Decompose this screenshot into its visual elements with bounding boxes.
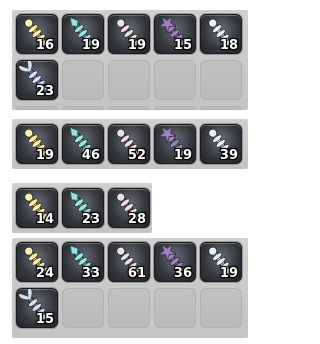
empty-slot[interactable]: [108, 106, 150, 110]
item-quantity: 24: [35, 266, 54, 281]
inventory-slot[interactable]: 36: [154, 242, 196, 282]
item-quantity: 33: [81, 266, 100, 281]
inventory-slot[interactable]: 33: [62, 242, 104, 282]
inventory-slot[interactable]: 39: [200, 124, 242, 164]
item-quantity: 46: [81, 148, 100, 163]
inventory-panel-4: 24 33 61 36 19 15: [12, 238, 248, 338]
item-quantity: 23: [81, 212, 100, 227]
item-quantity: 39: [219, 148, 238, 163]
item-quantity: 16: [35, 38, 54, 53]
inventory-slot[interactable]: 28: [108, 188, 150, 228]
item-quantity: 19: [127, 38, 146, 53]
inventory-panel-3: 14 23 28: [12, 183, 152, 233]
item-quantity: 19: [173, 148, 192, 163]
item-quantity: 36: [173, 266, 192, 281]
empty-slot[interactable]: [62, 106, 104, 110]
item-quantity: 18: [219, 38, 238, 53]
item-quantity: 19: [35, 148, 54, 163]
inventory-slot[interactable]: 19: [108, 14, 150, 54]
item-quantity: 61: [127, 266, 146, 281]
item-quantity: 14: [35, 212, 54, 227]
inventory-panel-1: 16 19 19 15 18 23: [12, 10, 248, 110]
empty-slot[interactable]: [108, 288, 150, 328]
inventory-slot[interactable]: 19: [62, 14, 104, 54]
inventory-slot[interactable]: 18: [200, 14, 242, 54]
inventory-slot[interactable]: 19: [16, 124, 58, 164]
inventory-slot[interactable]: 23: [62, 188, 104, 228]
empty-slot[interactable]: [154, 60, 196, 100]
inventory-slot[interactable]: 23: [16, 60, 58, 100]
inventory-slot[interactable]: 61: [108, 242, 150, 282]
inventory-slot[interactable]: 19: [200, 242, 242, 282]
item-quantity: 15: [35, 312, 54, 327]
inventory-slot[interactable]: 52: [108, 124, 150, 164]
empty-slot[interactable]: [62, 60, 104, 100]
inventory-panel-2: 19 46 52 19 39: [12, 119, 248, 169]
empty-slot[interactable]: [200, 288, 242, 328]
empty-slot[interactable]: [154, 288, 196, 328]
inventory-slot[interactable]: 16: [16, 14, 58, 54]
empty-slot[interactable]: [200, 106, 242, 110]
empty-slot[interactable]: [108, 60, 150, 100]
item-quantity: 19: [81, 38, 100, 53]
inventory-slot[interactable]: 46: [62, 124, 104, 164]
item-quantity: 19: [219, 266, 238, 281]
empty-slot[interactable]: [154, 106, 196, 110]
inventory-slot[interactable]: 15: [154, 14, 196, 54]
inventory-slot[interactable]: 15: [16, 288, 58, 328]
item-quantity: 28: [127, 212, 146, 227]
item-quantity: 52: [127, 148, 146, 163]
inventory-slot[interactable]: 19: [154, 124, 196, 164]
empty-slot[interactable]: [62, 288, 104, 328]
empty-slot[interactable]: [200, 60, 242, 100]
item-quantity: 23: [35, 84, 54, 99]
inventory-slot[interactable]: 24: [16, 242, 58, 282]
empty-slot[interactable]: [16, 106, 58, 110]
inventory-slot[interactable]: 14: [16, 188, 58, 228]
item-quantity: 15: [173, 38, 192, 53]
